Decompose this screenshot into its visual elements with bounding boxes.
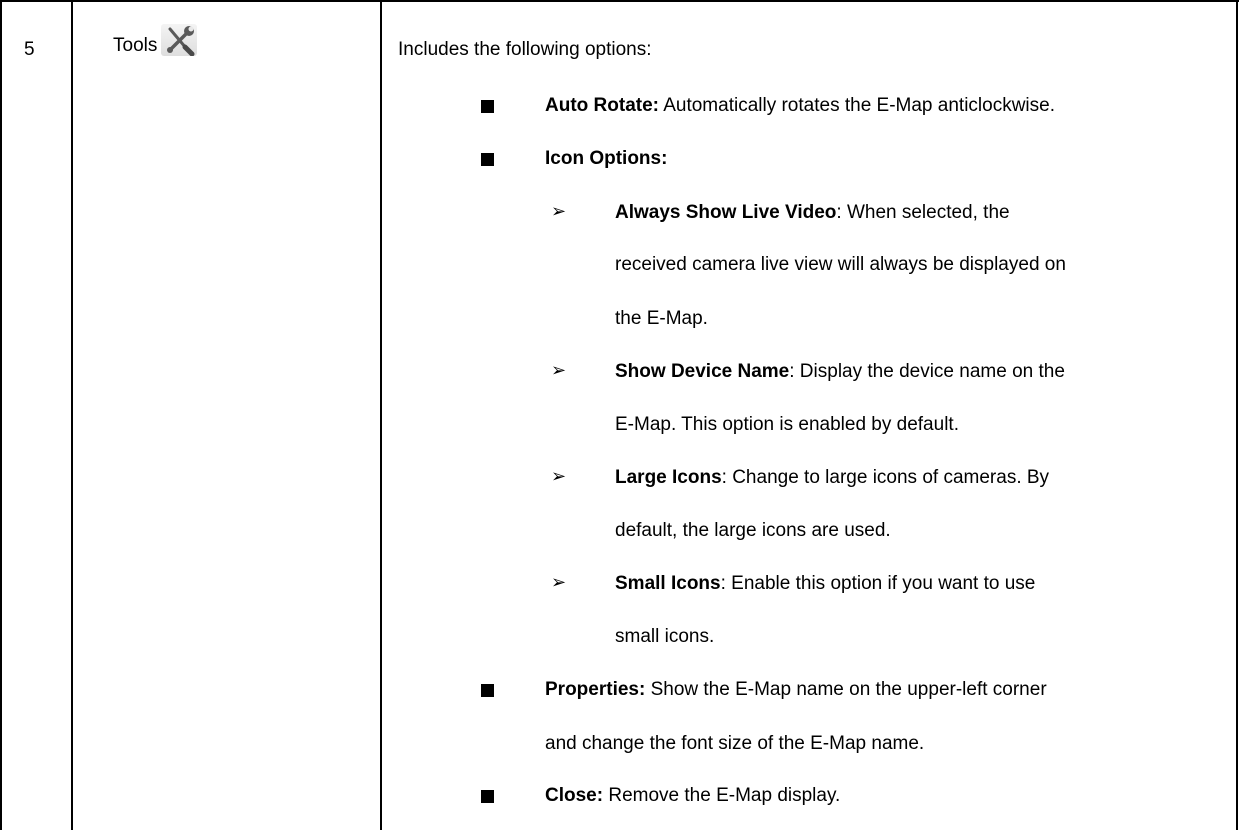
subitem-title: Show Device Name <box>615 361 790 383</box>
option-table: 5 Tools Includes the following options: … <box>0 0 1239 830</box>
table-right-border <box>1236 0 1238 830</box>
bullet-square <box>481 153 494 167</box>
bullet-square <box>481 790 494 803</box>
subitem-text-line: small icons. <box>615 625 715 647</box>
wrench-screwdriver-icon <box>161 24 198 56</box>
bullet-text: Show the E-Map name on the upper-left co… <box>645 679 1047 701</box>
bullet-square <box>481 99 494 113</box>
row-intro: Includes the following options: <box>398 39 652 60</box>
arrow-bullet-icon: ➢ <box>551 572 567 594</box>
bullet-text: Remove the E-Map display. <box>603 785 841 807</box>
subitem-text-line: E-Map. This option is enabled by default… <box>615 413 959 435</box>
table-left-border <box>0 0 2 830</box>
subitem-show-device-name: Show Device Name: Display the device nam… <box>615 360 1065 384</box>
table-top-border <box>0 0 1239 2</box>
bullet-square <box>481 684 494 698</box>
bullet-title: Auto Rotate: <box>545 95 659 116</box>
bullet-properties: Properties: Show the E-Map name on the u… <box>545 678 1047 702</box>
arrow-bullet-icon: ➢ <box>551 360 567 382</box>
subitem-title: Large Icons <box>615 467 722 489</box>
subitem-text: : Enable this option if you want to use <box>720 573 1036 595</box>
bullet-auto-rotate: Auto Rotate: Automatically rotates the E… <box>545 94 1055 118</box>
arrow-bullet-icon: ➢ <box>551 466 567 488</box>
row-number: 5 <box>24 39 35 60</box>
bullet-text-line: and change the font size of the E-Map na… <box>545 732 925 754</box>
column-divider-2 <box>380 0 382 830</box>
subitem-title: Small Icons <box>615 573 721 595</box>
subitem-large-icons: Large Icons: Change to large icons of ca… <box>615 466 1049 490</box>
bullet-text: Automatically rotates the E-Map anticloc… <box>658 95 1055 116</box>
subitem-title: Always Show Live Video <box>615 201 837 223</box>
subitem-text-line: the E-Map. <box>615 307 708 329</box>
bullet-title: Properties: <box>545 679 646 701</box>
bullet-icon-options: Icon Options: <box>545 147 667 171</box>
bullet-title: Icon Options: <box>545 148 668 170</box>
subitem-text: : When selected, the <box>836 201 1010 223</box>
subitem-text: : Change to large icons of cameras. By <box>721 467 1050 489</box>
subitem-always-show-live-video: Always Show Live Video: When selected, t… <box>615 201 1010 225</box>
subitem-text: : Display the device name on the <box>789 361 1065 383</box>
column-divider-1 <box>71 0 73 830</box>
row-name: Tools <box>113 35 158 56</box>
subitem-text-line: received camera live view will always be… <box>615 254 1066 276</box>
subitem-text-line: default, the large icons are used. <box>615 519 891 541</box>
subitem-small-icons: Small Icons: Enable this option if you w… <box>615 572 1035 596</box>
bullet-title: Close: <box>545 785 604 807</box>
bullet-close: Close: Remove the E-Map display. <box>545 784 840 808</box>
row-name-cell: Tools <box>113 24 198 58</box>
arrow-bullet-icon: ➢ <box>551 200 567 222</box>
